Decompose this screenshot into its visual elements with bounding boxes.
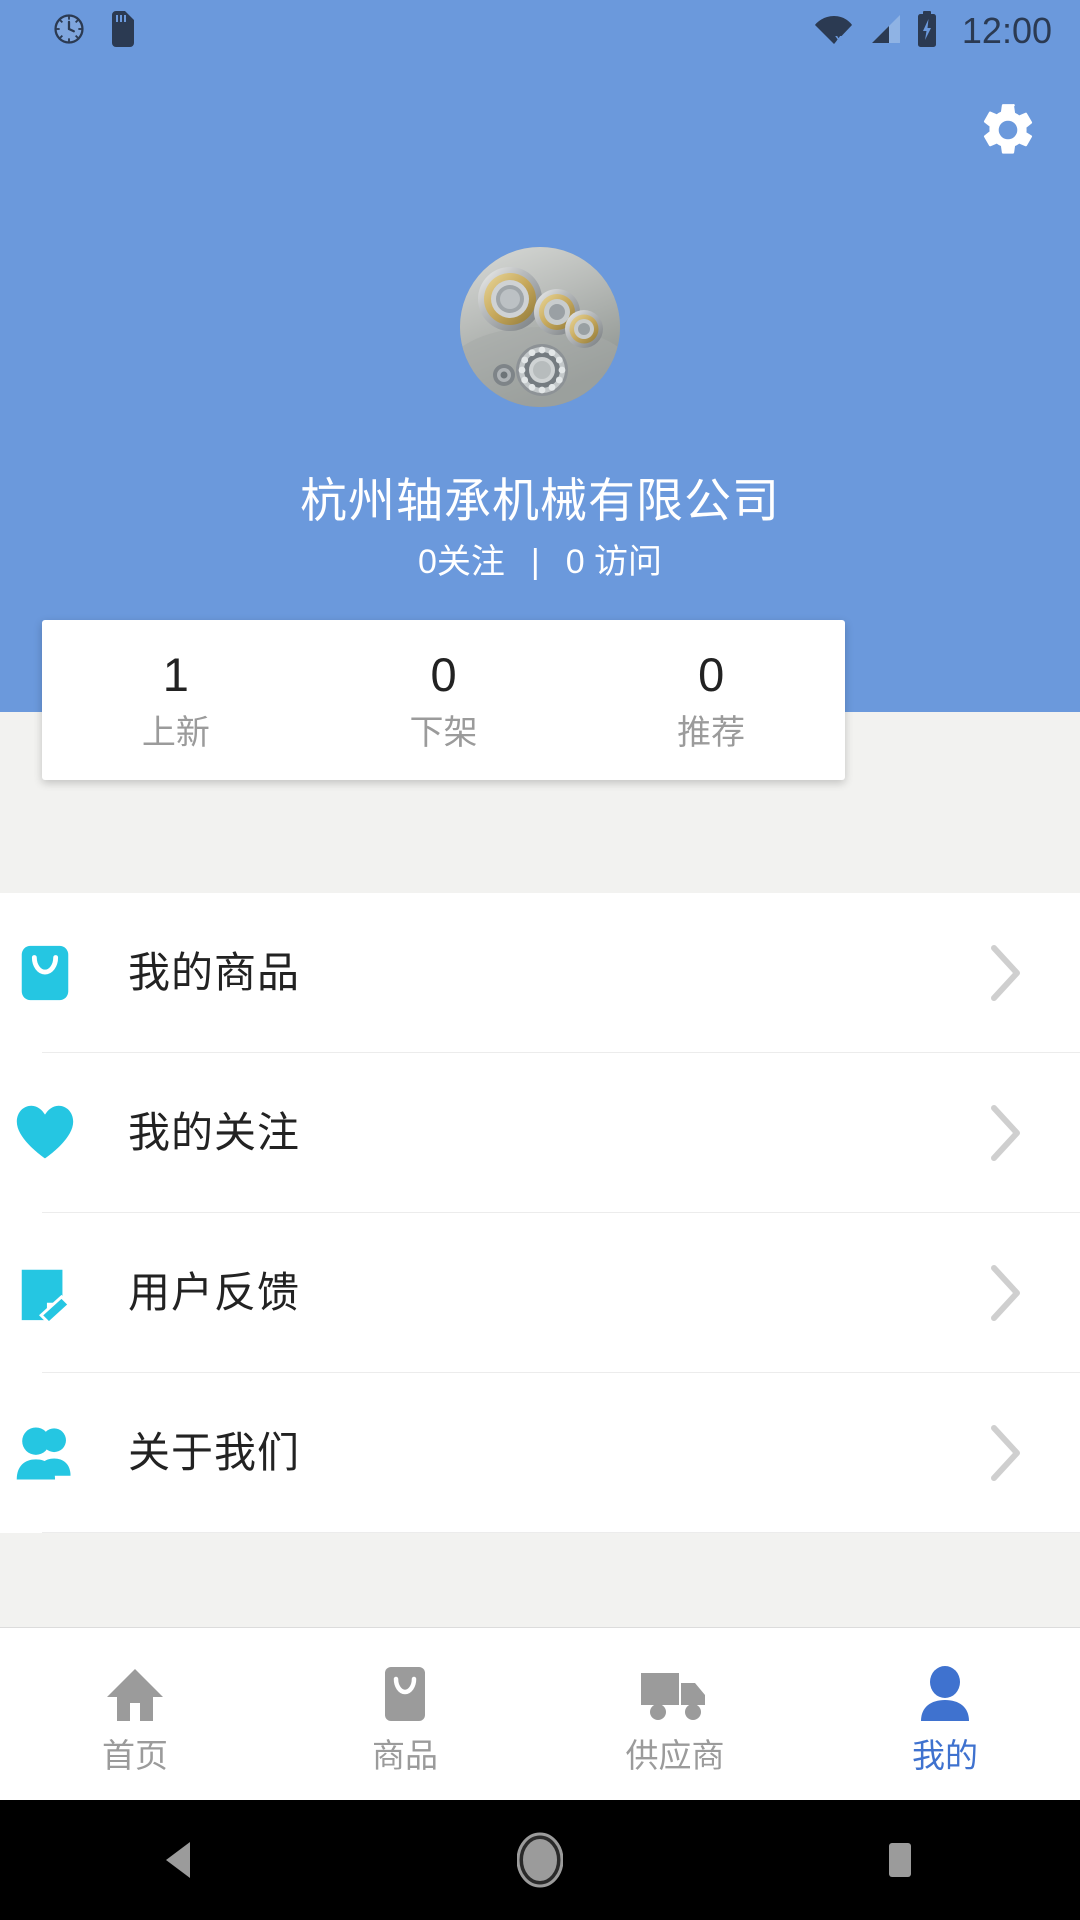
chevron-right-icon	[984, 1102, 1026, 1164]
followers-count: 0关注	[417, 543, 505, 581]
bottom-tab-bar: 首页 商品 供应商 我的	[0, 1627, 1080, 1800]
stat-label: 下架	[409, 713, 478, 752]
menu-item-about-us[interactable]: 关于我们	[0, 1373, 1080, 1533]
stat-label: 推荐	[677, 713, 746, 752]
menu-item-feedback[interactable]: 用户反馈	[0, 1213, 1080, 1373]
tab-label: 供应商	[625, 1736, 725, 1774]
android-navigation-bar	[0, 1800, 1080, 1920]
back-triangle-icon	[166, 1842, 190, 1878]
clock-icon	[52, 12, 86, 51]
cellular-signal-icon	[868, 12, 902, 51]
truck-icon	[639, 1665, 711, 1723]
profile-header: 杭州轴承机械有限公司 0关注 | 0 访问	[0, 0, 1080, 712]
tab-suppliers[interactable]: 供应商	[540, 1628, 810, 1800]
menu-item-label: 关于我们	[128, 1429, 301, 1476]
menu-item-label: 我的商品	[128, 949, 301, 996]
status-clock: 12:00	[961, 10, 1052, 51]
shopping-bag-icon	[14, 941, 76, 1005]
shopping-bag-icon	[379, 1665, 431, 1723]
tab-home[interactable]: 首页	[0, 1628, 270, 1800]
row-divider	[42, 1532, 1080, 1533]
ball-bearings-photo	[460, 247, 620, 407]
menu-item-label: 我的关注	[128, 1109, 301, 1156]
stat-new[interactable]: 1 上新	[42, 651, 310, 750]
svg-text:x: x	[835, 31, 843, 46]
avatar[interactable]	[460, 247, 620, 407]
company-name: 杭州轴承机械有限公司	[300, 474, 780, 527]
recents-square-icon	[889, 1843, 911, 1877]
battery-charging-icon	[916, 10, 938, 52]
person-icon	[918, 1665, 972, 1723]
stat-offshelf[interactable]: 0 下架	[310, 651, 578, 750]
menu-item-label: 用户反馈	[128, 1269, 301, 1316]
tab-label: 首页	[102, 1736, 168, 1774]
menu-item-my-follows[interactable]: 我的关注	[0, 1053, 1080, 1213]
edit-note-icon	[14, 1261, 76, 1325]
stat-recommended[interactable]: 0 推荐	[577, 651, 845, 750]
sd-card-icon	[110, 10, 136, 52]
tab-label: 我的	[912, 1736, 978, 1774]
chevron-right-icon	[984, 942, 1026, 1004]
tab-label: 商品	[372, 1736, 438, 1774]
tab-products[interactable]: 商品	[270, 1628, 540, 1800]
home-circle-icon	[517, 1832, 563, 1888]
status-bar: x 12:00	[0, 0, 1080, 62]
menu-item-my-products[interactable]: 我的商品	[0, 893, 1080, 1053]
chevron-right-icon	[984, 1422, 1026, 1484]
chevron-right-icon	[984, 1262, 1026, 1324]
recents-button[interactable]	[810, 1800, 990, 1920]
settings-button[interactable]	[972, 96, 1044, 168]
heart-icon	[14, 1102, 76, 1164]
status-bar-left	[52, 10, 136, 52]
app-screen: 杭州轴承机械有限公司 0关注 | 0 访问 1 上新 0 下架 0 推荐 我的商…	[0, 0, 1080, 1920]
gear-icon	[977, 99, 1039, 166]
profile-meta: 0关注 | 0 访问	[0, 545, 1080, 579]
meta-separator: |	[530, 543, 540, 581]
stat-value: 1	[162, 647, 189, 701]
back-button[interactable]	[90, 1800, 270, 1920]
stat-label: 上新	[141, 713, 210, 752]
tab-mine[interactable]: 我的	[810, 1628, 1080, 1800]
stat-value: 0	[698, 647, 725, 701]
wifi-off-icon: x	[814, 12, 854, 51]
visits-count: 0 访问	[565, 543, 663, 581]
home-button[interactable]	[450, 1800, 630, 1920]
stat-value: 0	[430, 647, 457, 701]
people-group-icon	[14, 1422, 76, 1484]
menu-list: 我的商品 我的关注 用户反馈 关于我们	[0, 893, 1080, 1533]
stats-card: 1 上新 0 下架 0 推荐	[42, 620, 845, 780]
home-icon	[105, 1665, 165, 1723]
status-bar-right: x 12:00	[814, 10, 1052, 52]
